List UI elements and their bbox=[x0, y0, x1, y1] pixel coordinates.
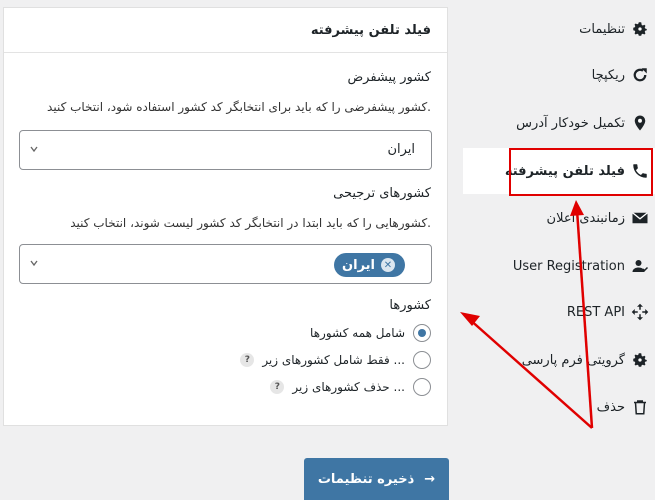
countries-label: کشورها bbox=[389, 298, 431, 313]
country-chip[interactable]: ایران ✕ bbox=[334, 253, 405, 277]
chevron-down-icon bbox=[30, 146, 38, 153]
radio-label: فقط شامل کشورهای زیر ... bbox=[262, 353, 405, 367]
radio-label: حذف کشورهای زیر ... bbox=[292, 380, 405, 394]
panel-title: فیلد تلفن پیشرفته bbox=[4, 8, 447, 53]
default-country-description: کشور پیشفرضی را که باید برای انتخابگر کد… bbox=[47, 100, 431, 114]
preferred-countries-description: کشورهایی را که باید ابتدا در انتخابگر کد… bbox=[70, 216, 431, 230]
sidebar-item-delete[interactable]: حذف bbox=[597, 393, 649, 421]
help-icon[interactable]: ? bbox=[270, 380, 285, 394]
chip-label: ایران bbox=[342, 257, 375, 273]
api-icon bbox=[631, 303, 649, 321]
settings-panel: فیلد تلفن پیشرفته کشور پیشفرض کشور پیشفر… bbox=[3, 7, 448, 426]
sidebar-item-label: تنظیمات bbox=[579, 21, 625, 37]
radio-only-countries[interactable]: ? فقط شامل کشورهای زیر ... bbox=[232, 349, 431, 371]
sidebar-item-label: ریکپچا bbox=[591, 67, 625, 83]
preferred-countries-label: کشورهای ترجیحی bbox=[333, 186, 431, 201]
radio-label: شامل همه کشورها bbox=[310, 326, 405, 340]
sidebar-item-recaptcha[interactable]: ریکپچا bbox=[592, 61, 649, 89]
sidebar-item-rest-api[interactable]: REST API bbox=[567, 298, 649, 326]
gear-icon bbox=[633, 353, 647, 367]
chip-remove-icon[interactable]: ✕ bbox=[381, 258, 395, 272]
location-pin-icon bbox=[634, 115, 646, 131]
default-country-select[interactable]: ایران bbox=[19, 130, 432, 170]
radio-button[interactable] bbox=[413, 351, 431, 369]
envelope-icon bbox=[632, 212, 648, 224]
sidebar-item-label: گرویتی فرم پارسی bbox=[521, 352, 625, 368]
radio-exclude-countries[interactable]: ? حذف کشورهای زیر ... bbox=[262, 376, 431, 398]
sidebar-item-label: حذف bbox=[596, 399, 625, 415]
default-country-value: ایران bbox=[387, 142, 415, 157]
chevron-down-icon bbox=[30, 260, 38, 267]
sidebar-item-user-registration[interactable]: User Registration bbox=[513, 252, 649, 280]
radio-all-countries[interactable]: شامل همه کشورها bbox=[310, 322, 431, 344]
arrow-right-icon: → bbox=[424, 471, 436, 487]
help-icon[interactable]: ? bbox=[240, 353, 255, 367]
default-country-label: کشور پیشفرض bbox=[347, 70, 431, 85]
preferred-countries-select[interactable]: ایران ✕ bbox=[19, 244, 432, 284]
radio-button[interactable] bbox=[413, 324, 431, 342]
sidebar-item-gravity-forms-persian[interactable]: گرویتی فرم پارسی bbox=[522, 346, 649, 374]
save-settings-button[interactable]: ذخیره تنظیمات → bbox=[304, 458, 449, 500]
save-button-label: ذخیره تنظیمات bbox=[317, 471, 415, 487]
recaptcha-icon bbox=[633, 68, 647, 82]
sidebar-item-label: REST API bbox=[566, 304, 625, 320]
radio-button[interactable] bbox=[413, 378, 431, 396]
sidebar-item-label: User Registration bbox=[512, 258, 625, 274]
sidebar-item-label: زمانبندی اعلان bbox=[546, 210, 625, 226]
gear-icon bbox=[633, 22, 647, 36]
sidebar-item-address-autocomplete[interactable]: تکمیل خودکار آدرس bbox=[516, 109, 649, 137]
sidebar-item-label: تکمیل خودکار آدرس bbox=[516, 115, 625, 131]
sidebar-item-notification-schedule[interactable]: زمانبندی اعلان bbox=[547, 204, 649, 232]
annotation-highlight-box bbox=[509, 148, 653, 196]
sidebar-item-settings[interactable]: تنظیمات bbox=[579, 15, 649, 43]
user-icon bbox=[632, 260, 649, 272]
trash-icon bbox=[634, 400, 646, 415]
